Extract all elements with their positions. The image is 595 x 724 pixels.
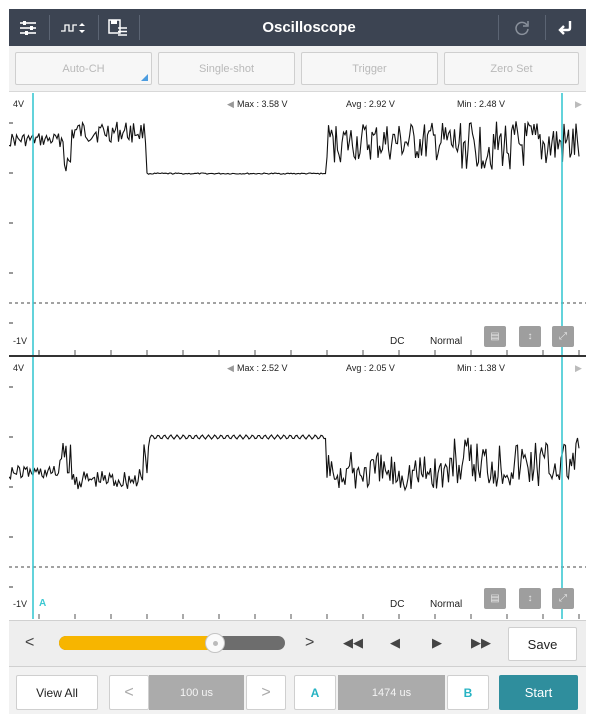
slider-thumb[interactable]	[204, 633, 225, 653]
timebase-decrease-label: <	[124, 683, 134, 701]
ch1-vertical-move-icon[interactable]: ↕	[519, 326, 541, 347]
ch2-coupling: DC	[390, 599, 405, 610]
ch2-right-arrow-icon[interactable]: ▶	[575, 363, 582, 374]
start-label: Start	[524, 685, 553, 700]
start-button[interactable]: Start	[499, 675, 578, 710]
cursor-a-button-label: A	[310, 685, 320, 700]
signal-trace	[9, 120, 580, 175]
mode-bar: Auto-CH Single-shot Trigger Zero Set	[9, 46, 586, 92]
cursor-a-button[interactable]: A	[294, 675, 336, 710]
cursor-b-button-label: B	[463, 685, 473, 700]
save-label: Save	[527, 636, 558, 652]
position-slider[interactable]	[59, 636, 285, 650]
channel-2-panel[interactable]: 4V ◀ Max : 2.52 V Avg : 2.05 V Min : 1.3…	[9, 357, 586, 619]
single-shot-button[interactable]: Single-shot	[158, 52, 295, 85]
timebase-decrease-button[interactable]: <	[109, 675, 149, 710]
ch1-note-icon[interactable]: ▤	[484, 326, 506, 347]
app-title: Oscilloscope	[262, 19, 356, 36]
save-list-icon[interactable]	[105, 9, 131, 46]
zero-set-label: Zero Set	[490, 62, 533, 75]
view-all-button[interactable]: View All	[16, 675, 98, 710]
timebase-value: 100 us	[149, 675, 244, 710]
trigger-label: Trigger	[352, 62, 387, 75]
cursor-a-marker[interactable]: A	[39, 598, 46, 609]
bottom-bar: View All < 100 us > A 1474 us B Start	[9, 666, 586, 714]
ch1-max: Max : 3.58 V	[237, 99, 288, 109]
ch1-min: Min : 2.48 V	[457, 99, 506, 109]
title-bar: Oscilloscope	[9, 9, 586, 46]
ch1-top-scale: 4V	[13, 99, 25, 109]
signal-trace	[9, 434, 580, 492]
ch2-left-arrow-icon[interactable]: ◀	[227, 363, 234, 374]
ch2-bottom-scale: -1V	[13, 599, 28, 609]
ch1-avg: Avg : 2.92 V	[346, 99, 395, 109]
step-back-button[interactable]: ◀	[390, 632, 400, 654]
ch2-note-icon[interactable]: ▤	[484, 588, 506, 609]
ch2-expand-icon[interactable]: ⤢	[552, 588, 574, 609]
view-all-label: View All	[36, 685, 78, 700]
sliders-icon[interactable]	[15, 9, 41, 46]
auto-ch-label: Auto-CH	[62, 62, 105, 75]
back-icon[interactable]	[551, 9, 581, 46]
slider-fill	[59, 636, 215, 650]
prev-frame-button[interactable]: <	[25, 632, 34, 654]
cursor-delta-value: 1474 us	[338, 675, 445, 710]
playback-bar: < > ◀◀ ◀ ▶ ▶▶ Save	[9, 620, 586, 666]
next-frame-button[interactable]: >	[305, 632, 314, 654]
timebase-increase-label: >	[261, 683, 271, 701]
ch1-expand-icon[interactable]: ⤢	[552, 326, 574, 347]
fast-forward-button[interactable]: ▶▶	[471, 632, 491, 654]
ch2-max: Max : 2.52 V	[237, 363, 288, 373]
ch1-mode: Normal	[430, 336, 463, 347]
ch1-left-arrow-icon[interactable]: ◀	[227, 99, 234, 110]
zero-set-button[interactable]: Zero Set	[444, 52, 579, 85]
auto-ch-button[interactable]: Auto-CH	[15, 52, 152, 85]
channel-1-panel[interactable]: 4V ◀ Max : 3.58 V Avg : 2.92 V Min : 2.4…	[9, 93, 586, 355]
step-forward-button[interactable]: ▶	[432, 632, 442, 654]
ch2-vertical-move-icon[interactable]: ↕	[519, 588, 541, 609]
save-button[interactable]: Save	[508, 627, 577, 661]
ch2-top-scale: 4V	[13, 363, 25, 373]
waveform-select-icon[interactable]	[57, 9, 91, 46]
ch1-right-arrow-icon[interactable]: ▶	[575, 99, 582, 110]
rewind-button[interactable]: ◀◀	[343, 632, 363, 654]
ch2-avg: Avg : 2.05 V	[346, 363, 395, 373]
channel-2-plot[interactable]	[9, 357, 586, 619]
ch2-mode: Normal	[430, 599, 463, 610]
trigger-button[interactable]: Trigger	[301, 52, 438, 85]
ch1-bottom-scale: -1V	[13, 336, 28, 346]
ch2-min: Min : 1.38 V	[457, 363, 506, 373]
timebase-increase-button[interactable]: >	[246, 675, 286, 710]
channel-1-plot[interactable]	[9, 93, 586, 355]
single-shot-label: Single-shot	[198, 62, 255, 75]
cursor-b-button[interactable]: B	[447, 675, 489, 710]
ch1-coupling: DC	[390, 336, 405, 347]
dropdown-corner-icon	[141, 74, 148, 81]
refresh-icon[interactable]	[507, 9, 537, 46]
